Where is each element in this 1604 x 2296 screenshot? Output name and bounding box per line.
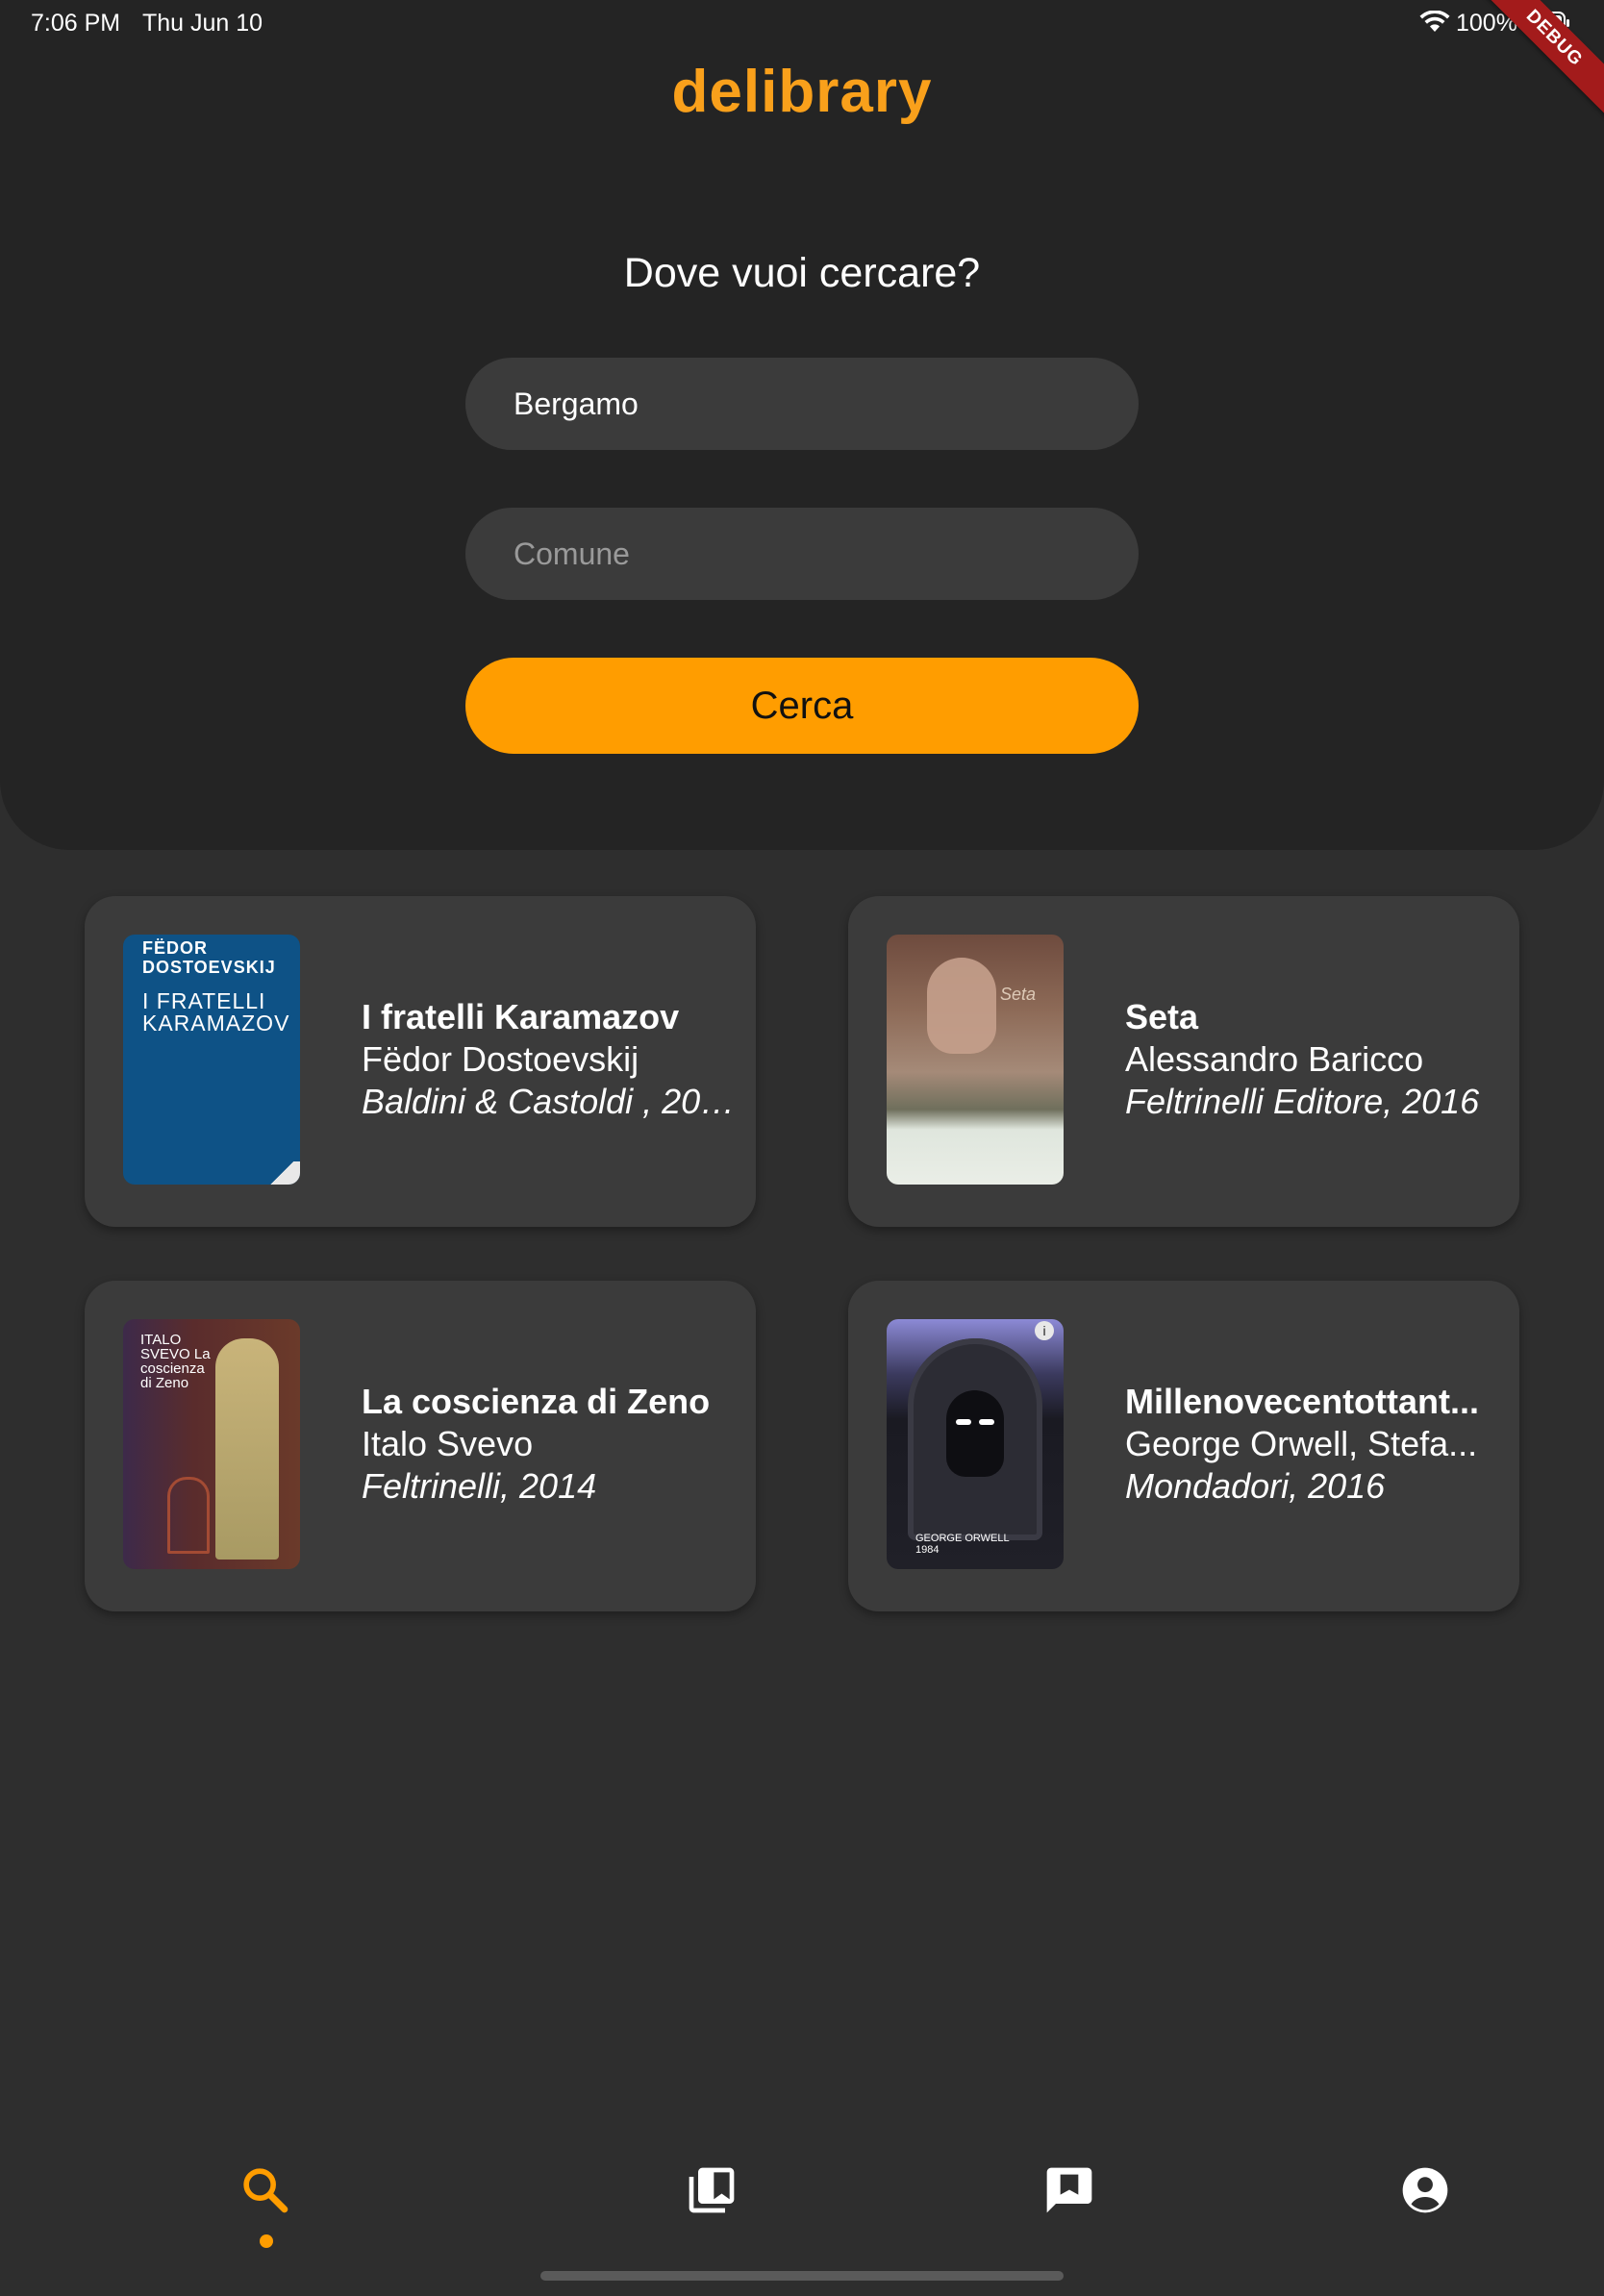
book-author: Alessandro Baricco (1125, 1039, 1424, 1079)
status-bar: 7:06 PM Thu Jun 10 100% (0, 0, 1604, 44)
book-info: Millenovecentottant... George Orwell, St… (1125, 1381, 1500, 1508)
book-publisher: Feltrinelli Editore, 2016 (1125, 1082, 1480, 1121)
book-card[interactable]: ITALO SVEVO La coscienza di Zeno La cosc… (85, 1281, 756, 1611)
cover-illustration (956, 1419, 971, 1425)
book-publisher: Feltrinelli, 2014 (362, 1466, 597, 1506)
book-title: Seta (1125, 997, 1199, 1036)
bottom-navigation (0, 2144, 1604, 2259)
active-indicator-dot (260, 2234, 273, 2248)
cover-title-text: ITALO SVEVO La coscienza di Zeno (140, 1332, 211, 1391)
search-button[interactable]: Cerca (465, 658, 1139, 754)
app-logo: delibrary (671, 59, 933, 125)
cover-illustration (946, 1390, 1004, 1477)
book-cover: Seta (887, 935, 1064, 1185)
cover-illustration (215, 1338, 279, 1560)
cover-fold (263, 1161, 300, 1185)
bookmark-icon[interactable] (1042, 2163, 1096, 2217)
cover-illustration (979, 1419, 994, 1425)
app-screen: delibrary Dove vuoi cercare? Cerca 7:06 … (0, 0, 1604, 2296)
book-info: I fratelli Karamazov Fëdor Dostoevskij B… (362, 996, 737, 1123)
cover-illustration (927, 958, 996, 1054)
book-info: Seta Alessandro Baricco Feltrinelli Edit… (1125, 996, 1500, 1123)
library-icon[interactable] (685, 2163, 739, 2217)
book-cover: ITALO SVEVO La coscienza di Zeno (123, 1319, 300, 1569)
search-prompt: Dove vuoi cercare? (623, 250, 981, 296)
wifi-icon (1419, 11, 1450, 32)
province-field[interactable] (465, 358, 1139, 450)
cover-title-text: I FRATELLI KARAMAZOV (142, 988, 290, 1036)
book-author: Fëdor Dostoevskij (362, 1039, 639, 1079)
book-title: Millenovecentottant... (1125, 1382, 1480, 1421)
cover-author-text: FËDOR DOSTOEVSKIJ (142, 938, 276, 977)
search-icon[interactable] (238, 2163, 292, 2217)
book-card[interactable]: i GEORGE ORWELL 1984 Millenovecentottant… (848, 1281, 1519, 1611)
book-title: I fratelli Karamazov (362, 997, 680, 1036)
home-indicator[interactable] (540, 2271, 1064, 2281)
account-icon[interactable] (1398, 2163, 1452, 2217)
book-card[interactable]: Seta Seta Alessandro Baricco Feltrinelli… (848, 896, 1519, 1227)
book-info: La coscienza di Zeno Italo Svevo Feltrin… (362, 1381, 737, 1508)
book-card[interactable]: FËDOR DOSTOEVSKIJ I FRATELLI KARAMAZOV I… (85, 896, 756, 1227)
status-time: 7:06 PM (31, 10, 121, 37)
status-date: Thu Jun 10 (142, 10, 263, 37)
book-publisher: Baldini & Castoldi , 2014 (362, 1082, 737, 1121)
book-cover: i GEORGE ORWELL 1984 (887, 1319, 1064, 1569)
book-title: La coscienza di Zeno (362, 1382, 711, 1421)
book-author: George Orwell, Stefa... (1125, 1424, 1478, 1463)
book-cover: FËDOR DOSTOEVSKIJ I FRATELLI KARAMAZOV (123, 935, 300, 1185)
comune-field[interactable] (465, 508, 1139, 600)
search-header-panel: delibrary Dove vuoi cercare? Cerca (0, 0, 1604, 850)
publisher-logo-icon: i (1035, 1321, 1054, 1340)
cover-title-text: GEORGE ORWELL 1984 (915, 1533, 1010, 1556)
book-author: Italo Svevo (362, 1424, 534, 1463)
cover-title-text: Seta (1000, 985, 1037, 1004)
cover-illustration (167, 1477, 210, 1554)
book-publisher: Mondadori, 2016 (1125, 1466, 1386, 1506)
